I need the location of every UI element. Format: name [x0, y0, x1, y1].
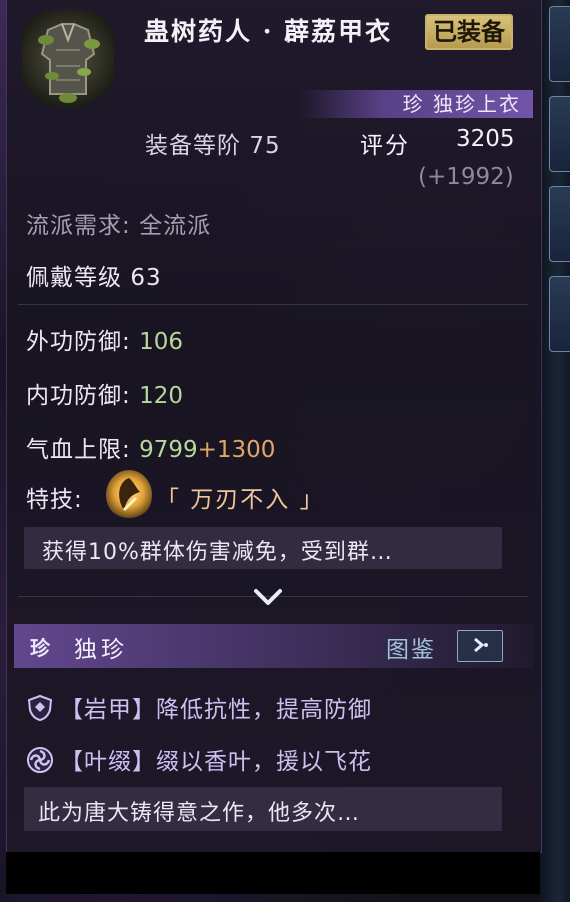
- trait-row: 【叶缀】缀以香叶，援以飞花: [26, 742, 372, 776]
- flavor-text-box[interactable]: 此为唐大铸得意之作，他多次…: [24, 787, 502, 831]
- wear-level: 佩戴等级 63: [26, 258, 162, 292]
- score-label: 评分: [360, 133, 410, 159]
- stat-value: 106: [139, 329, 183, 355]
- skill-description: 获得10%群体伤害减免，受到群…: [42, 540, 393, 565]
- stat-value: 9799: [139, 437, 198, 463]
- wear-level-value: 63: [130, 265, 162, 291]
- armor-chest-icon: [22, 10, 114, 114]
- score-delta: (+1992): [418, 164, 514, 190]
- arrow-right-icon: [474, 637, 488, 653]
- stat-row: 气血上限: 9799+1300: [26, 437, 276, 463]
- faction-label: 流派需求: [26, 213, 122, 239]
- score-value: 3205: [456, 126, 515, 152]
- grade-label: 装备等阶: [145, 133, 241, 159]
- stat-value: 120: [139, 383, 183, 409]
- grade-row: 装备等阶 75: [145, 126, 281, 160]
- trait-row: 【岩甲】降低抗性，提高防御: [26, 690, 372, 724]
- stat-label: 内功防御: [26, 383, 122, 409]
- trait-text: 【岩甲】降低抗性，提高防御: [60, 697, 372, 723]
- skill-label-row: 特技:: [26, 487, 83, 513]
- skill-name: 「 万刃不入 」: [156, 487, 325, 513]
- codex-button[interactable]: [457, 630, 503, 662]
- unique-header: 珍 独珍 图鉴: [14, 624, 534, 668]
- shield-icon: [27, 694, 53, 722]
- stat-bonus: +1300: [197, 437, 276, 463]
- equipped-badge: 已装备: [425, 14, 513, 50]
- faction-value: 全流派: [139, 213, 212, 239]
- skill-label: 特技: [26, 487, 74, 513]
- rarity-badge: 珍: [30, 636, 50, 660]
- wear-level-label: 佩戴等级: [26, 265, 122, 291]
- unique-title: 独珍: [74, 637, 128, 663]
- divider: [18, 304, 528, 305]
- item-name: 蛊树药人 · 薜荔甲衣: [144, 17, 393, 46]
- faction-requirement: 流派需求: 全流派: [26, 213, 212, 239]
- rarity-label: 珍 独珍上衣: [402, 92, 521, 116]
- blade-emblem-icon[interactable]: [106, 470, 152, 520]
- stat-row: 外功防御: 106: [26, 329, 183, 355]
- side-tab-2[interactable]: [549, 96, 570, 172]
- side-tab-3[interactable]: [549, 186, 570, 262]
- rarity-banner: 珍 独珍上衣: [300, 90, 533, 118]
- stat-row: 内功防御: 120: [26, 383, 183, 409]
- swirl-icon: [27, 747, 53, 773]
- trait-text: 【叶缀】缀以香叶，援以飞花: [60, 749, 372, 775]
- stat-label: 外功防御: [26, 329, 122, 355]
- grade-value: 75: [249, 133, 281, 159]
- bottom-bar: [6, 852, 540, 894]
- side-tab-4[interactable]: [549, 276, 570, 352]
- side-tab-1[interactable]: [549, 6, 570, 82]
- chevron-down-icon[interactable]: [252, 585, 284, 609]
- skill-description-box[interactable]: 获得10%群体伤害减免，受到群…: [24, 527, 502, 569]
- codex-label[interactable]: 图鉴: [386, 630, 436, 664]
- stat-label: 气血上限: [26, 437, 122, 463]
- flavor-text: 此为唐大铸得意之作，他多次…: [38, 801, 361, 826]
